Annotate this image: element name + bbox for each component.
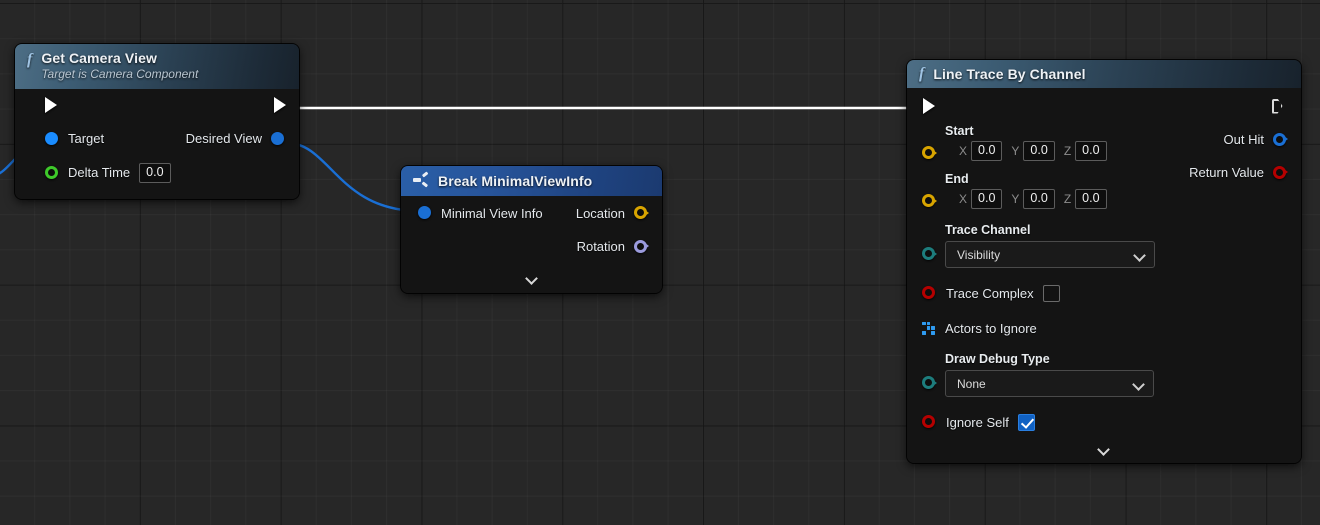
- row-ignore-self: Ignore Self: [907, 409, 1301, 435]
- node-get-camera-view-header[interactable]: f Get Camera View Target is Camera Compo…: [15, 44, 299, 89]
- pin-label-ignore-self: Ignore Self: [946, 414, 1009, 430]
- axis-label-x: X: [959, 192, 968, 206]
- node-get-camera-view[interactable]: f Get Camera View Target is Camera Compo…: [15, 44, 299, 199]
- end-z-input[interactable]: 0.0: [1075, 189, 1107, 209]
- end-x-input[interactable]: 0.0: [971, 189, 1003, 209]
- node-break-minimal-view-info[interactable]: Break MinimalViewInfo Minimal View Info …: [401, 166, 662, 293]
- chevron-down-icon: [1098, 443, 1110, 455]
- row-start-and-out-hit: Start X 0.0 Y 0.0 Z 0.0 Out Hit Return V…: [907, 124, 1301, 180]
- out-hit-output-pin[interactable]: [1273, 132, 1288, 147]
- pin-label-trace-complex: Trace Complex: [946, 285, 1034, 301]
- start-x-input[interactable]: 0.0: [971, 141, 1003, 161]
- rotation-output-pin[interactable]: [634, 239, 649, 254]
- pin-row-delta-time: Delta Time 0.0: [15, 155, 299, 191]
- sub-label-trace-channel: Trace Channel: [945, 223, 1031, 237]
- row-draw-debug-type: Draw Debug Type None: [907, 352, 1301, 397]
- row-actors-to-ignore: Actors to Ignore: [907, 315, 1301, 341]
- draw-debug-type-dropdown[interactable]: None: [945, 370, 1154, 397]
- pin-label-delta-time: Delta Time: [68, 165, 131, 181]
- pin-label-location: Location: [575, 205, 625, 221]
- node-break-minimal-view-info-body: Minimal View Info Location Rotation: [401, 196, 662, 293]
- pin-row-target: Target Desired View: [15, 123, 299, 155]
- exec-out-pin[interactable]: [274, 97, 288, 113]
- out-hit-row: Out Hit: [1223, 132, 1288, 147]
- node-line-trace-by-channel-body: Start X 0.0 Y 0.0 Z 0.0 Out Hit Return V…: [907, 88, 1301, 463]
- exec-out-pin[interactable]: [1271, 98, 1285, 114]
- sub-label-draw-debug-type: Draw Debug Type: [945, 352, 1050, 366]
- pin-row-minimal-view-info: Minimal View Info Location: [401, 196, 662, 230]
- trace-channel-selected-value: Visibility: [957, 247, 1001, 262]
- desired-view-output-pin[interactable]: [271, 131, 285, 146]
- pin-row-rotation: Rotation: [401, 230, 662, 263]
- function-f-icon: f: [27, 51, 33, 68]
- ignore-self-checkbox[interactable]: [1017, 413, 1035, 431]
- axis-label-x: X: [959, 144, 968, 158]
- array-pin-icon[interactable]: [922, 321, 935, 335]
- delta-time-input-pin[interactable]: [45, 165, 59, 180]
- blueprint-graph-canvas[interactable]: f Get Camera View Target is Camera Compo…: [0, 0, 1320, 525]
- location-output-pin[interactable]: [634, 206, 649, 220]
- trace-channel-dropdown[interactable]: Visibility: [945, 241, 1155, 268]
- start-y-input[interactable]: 0.0: [1023, 141, 1055, 161]
- draw-debug-type-input-pin[interactable]: [922, 376, 937, 390]
- pin-label-target: Target: [68, 131, 105, 147]
- node-expand-toggle[interactable]: [907, 435, 1301, 463]
- end-input-pin[interactable]: [922, 194, 937, 208]
- chevron-down-icon: [526, 272, 538, 284]
- sub-label-end: End: [945, 172, 969, 186]
- axis-label-y: Y: [1011, 144, 1020, 158]
- node-get-camera-view-body: Target Desired View Delta Time 0.0: [15, 88, 299, 199]
- function-f-icon: f: [919, 65, 925, 82]
- node-line-trace-by-channel[interactable]: f Line Trace By Channel Start X 0.0 Y 0.…: [907, 60, 1301, 463]
- axis-label-z: Z: [1063, 192, 1072, 206]
- node-title: Break MinimalViewInfo: [438, 173, 593, 189]
- target-input-pin[interactable]: [45, 131, 59, 146]
- node-subtitle: Target is Camera Component: [41, 67, 199, 82]
- minimal-view-info-input-pin[interactable]: [418, 206, 432, 220]
- pin-label-rotation: Rotation: [576, 239, 625, 254]
- trace-complex-input-pin[interactable]: [922, 286, 936, 300]
- trace-complex-checkbox[interactable]: [1042, 284, 1060, 302]
- exec-in-pin[interactable]: [923, 98, 937, 114]
- axis-label-z: Z: [1063, 144, 1072, 158]
- start-input-pin[interactable]: [922, 146, 937, 160]
- row-trace-complex: Trace Complex: [907, 280, 1301, 306]
- row-end: End X 0.0 Y 0.0 Z 0.0: [907, 172, 1301, 209]
- pin-label-out-hit: Out Hit: [1223, 132, 1264, 147]
- node-line-trace-by-channel-header[interactable]: f Line Trace By Channel: [907, 60, 1301, 88]
- node-break-minimal-view-info-header[interactable]: Break MinimalViewInfo: [401, 166, 662, 196]
- end-vector-fields: X 0.0 Y 0.0 Z 0.0: [958, 189, 1287, 209]
- node-title: Get Camera View: [41, 50, 157, 66]
- node-title: Line Trace By Channel: [933, 65, 1086, 82]
- chevron-down-icon: [1133, 378, 1145, 390]
- draw-debug-type-selected-value: None: [957, 376, 986, 391]
- break-struct-icon: [413, 171, 429, 188]
- axis-label-y: Y: [1011, 192, 1020, 206]
- row-trace-channel: Trace Channel Visibility: [907, 223, 1301, 268]
- exec-row: [907, 88, 1301, 124]
- chevron-down-icon: [1134, 249, 1146, 261]
- trace-channel-input-pin[interactable]: [922, 247, 937, 261]
- exec-row: [15, 89, 299, 123]
- node-expand-toggle[interactable]: [401, 263, 662, 293]
- pin-label-desired-view: Desired View: [185, 131, 262, 147]
- delta-time-value-input[interactable]: 0.0: [139, 162, 171, 183]
- pin-label-minimal-view-info: Minimal View Info: [441, 205, 543, 221]
- pin-label-actors-to-ignore: Actors to Ignore: [945, 320, 1037, 336]
- start-z-input[interactable]: 0.0: [1075, 141, 1107, 161]
- end-y-input[interactable]: 0.0: [1023, 189, 1055, 209]
- exec-in-pin[interactable]: [45, 97, 59, 113]
- ignore-self-input-pin[interactable]: [922, 415, 936, 429]
